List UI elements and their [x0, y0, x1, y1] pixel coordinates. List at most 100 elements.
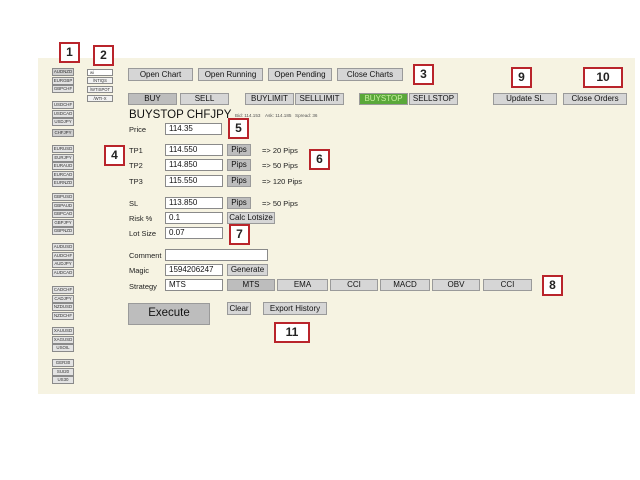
symbol-button-xagusd[interactable]: XAGUSD	[52, 335, 74, 344]
buy-button[interactable]: BUY	[128, 93, 177, 105]
risk-label: Risk %	[129, 214, 153, 223]
symbol-button-eurusd[interactable]: EURUSD	[52, 145, 74, 153]
tp2-label: TP2	[129, 161, 143, 170]
symbol-button-audjpy[interactable]: AUDJPY	[52, 260, 74, 269]
symbol-button-cadchf[interactable]: CADCHF	[52, 286, 74, 294]
symbol-button-eurjpy[interactable]: EURJPY	[52, 153, 74, 162]
order-title: BUYSTOP CHFJPY	[129, 109, 232, 121]
symbol-button-gbpaud[interactable]: GBPAUD	[52, 201, 74, 210]
buylimit-button[interactable]: BUYLIMIT	[245, 93, 294, 105]
callout-4: 4	[104, 145, 125, 166]
symbol-button-audusd[interactable]: AUDUSD	[52, 243, 74, 251]
symbol-button-nzdusd[interactable]: NZDUSD	[52, 303, 74, 312]
symbol-button-gbpnzd[interactable]: GBPNZD	[52, 227, 74, 236]
price-input[interactable]: 114.35	[165, 123, 222, 135]
callout-7: 7	[229, 224, 250, 245]
symbol-button-sui20[interactable]: SUI20	[52, 367, 74, 376]
calc-lotsize-button[interactable]: Calc Lotsize	[227, 212, 275, 224]
ask-price: Ask: 114.185	[265, 113, 292, 118]
sl-label: SL	[129, 199, 139, 208]
symbol-button-xauusd[interactable]: XAUUSD	[52, 327, 74, 335]
selllimit-button[interactable]: SELLLIMIT	[295, 93, 344, 105]
symbol-button-usdcad[interactable]: USDCAD	[52, 109, 74, 118]
strategy-input[interactable]: MTS	[165, 279, 223, 291]
price-label: Price	[129, 125, 147, 134]
tp2-pips-button[interactable]: Pips	[227, 159, 251, 171]
callout-11: 11	[274, 322, 310, 343]
tp2-input[interactable]: 114.850	[165, 159, 223, 171]
spread-value: Spread: 36	[295, 113, 318, 118]
tp3-info: => 120 Pips	[262, 177, 303, 186]
symbol-button-gbpjpy[interactable]: GBPJPY	[52, 218, 74, 227]
symbol-button-eurnzd[interactable]: EURNZD	[52, 179, 74, 188]
symbol-button-eurcad[interactable]: EURCAD	[52, 170, 74, 179]
open-chart-button[interactable]: Open Chart	[128, 68, 193, 81]
symbol-button-usdjpy[interactable]: USDJPY	[52, 118, 74, 127]
update-sl-button[interactable]: Update SL	[493, 93, 557, 105]
symbol-button-usdchf[interactable]: USDCHF	[52, 101, 74, 109]
strategy-ema-button[interactable]: EMA	[277, 279, 328, 291]
symbol-button-ger30[interactable]: GER30	[52, 359, 74, 367]
prefix-item[interactable]: /WTI-X	[87, 95, 113, 102]
strategy-obv-button[interactable]: OBV	[432, 279, 480, 291]
tp1-pips-button[interactable]: Pips	[227, 144, 251, 156]
buystop-button[interactable]: BUYSTOP	[359, 93, 408, 105]
symbol-button-audnzd[interactable]: AUDNZD	[52, 68, 74, 76]
strategy-cci-button[interactable]: CCI	[330, 279, 378, 291]
symbol-button-gbpusd[interactable]: GBPUSD	[52, 193, 74, 201]
magic-label: Magic	[129, 266, 150, 275]
callout-2: 2	[93, 45, 114, 66]
callout-8: 8	[542, 275, 563, 296]
callout-6: 6	[309, 149, 330, 170]
symbol-button-nzdchf[interactable]: NZDCHF	[52, 311, 74, 320]
symbol-button-euraud[interactable]: EURAUD	[52, 162, 74, 171]
callout-3: 3	[413, 64, 434, 85]
symbol-button-chfjpy[interactable]: CHFJPY	[52, 129, 74, 137]
tp1-label: TP1	[129, 146, 143, 155]
tp3-pips-button[interactable]: Pips	[227, 175, 251, 187]
magic-input[interactable]: 1594206247	[165, 264, 223, 276]
lot-size-input[interactable]: 0.07	[165, 227, 223, 239]
tp3-input[interactable]: 115.550	[165, 175, 223, 187]
close-orders-button[interactable]: Close Orders	[563, 93, 627, 105]
sl-input[interactable]: 113.850	[165, 197, 223, 209]
prefix-item[interactable]: /WTISPOT	[87, 86, 113, 93]
tp3-label: TP3	[129, 177, 143, 186]
symbol-button-gbpcad[interactable]: GBPCAD	[52, 210, 74, 219]
sellstop-button[interactable]: SELLSTOP	[409, 93, 458, 105]
tp1-input[interactable]: 114.550	[165, 144, 223, 156]
sell-button[interactable]: SELL	[180, 93, 229, 105]
generate-button[interactable]: Generate	[227, 264, 268, 276]
sl-info: => 50 Pips	[262, 199, 298, 208]
strategy-mts-button[interactable]: MTS	[227, 279, 275, 291]
symbol-button-usoil[interactable]: USOIL	[52, 344, 74, 353]
prefix-item[interactable]: /NTIQS	[87, 77, 113, 84]
strategy-macd-button[interactable]: MACD	[380, 279, 430, 291]
close-charts-button[interactable]: Close Charts	[337, 68, 403, 81]
tp2-info: => 50 Pips	[262, 161, 298, 170]
open-running-button[interactable]: Open Running	[198, 68, 263, 81]
callout-5: 5	[228, 118, 249, 139]
export-history-button[interactable]: Export History	[263, 302, 327, 315]
prefix-input[interactable]: wi	[87, 69, 113, 76]
callout-9: 9	[511, 67, 532, 88]
open-pending-button[interactable]: Open Pending	[268, 68, 332, 81]
strategy-cci-button-2[interactable]: CCI	[483, 279, 532, 291]
sl-pips-button[interactable]: Pips	[227, 197, 251, 209]
symbol-button-us30[interactable]: US30	[52, 376, 74, 385]
comment-input[interactable]	[165, 249, 268, 261]
symbol-button-cadjpy[interactable]: CADJPY	[52, 294, 74, 303]
comment-label: Comment	[129, 251, 162, 260]
symbol-button-audcad[interactable]: AUDCAD	[52, 268, 74, 277]
tp1-info: => 20 Pips	[262, 146, 298, 155]
ea-panel	[38, 58, 635, 394]
risk-input[interactable]: 0.1	[165, 212, 223, 224]
clear-button[interactable]: Clear	[227, 302, 251, 315]
callout-10: 10	[583, 67, 623, 88]
execute-button[interactable]: Execute	[128, 303, 210, 325]
lot-size-label: Lot Size	[129, 229, 157, 238]
symbol-button-audchf[interactable]: AUDCHF	[52, 251, 74, 260]
symbol-button-gbpchf[interactable]: GBPCHF	[52, 85, 74, 94]
callout-1: 1	[59, 42, 80, 63]
symbol-button-eurgbp[interactable]: EURGBP	[52, 76, 74, 85]
